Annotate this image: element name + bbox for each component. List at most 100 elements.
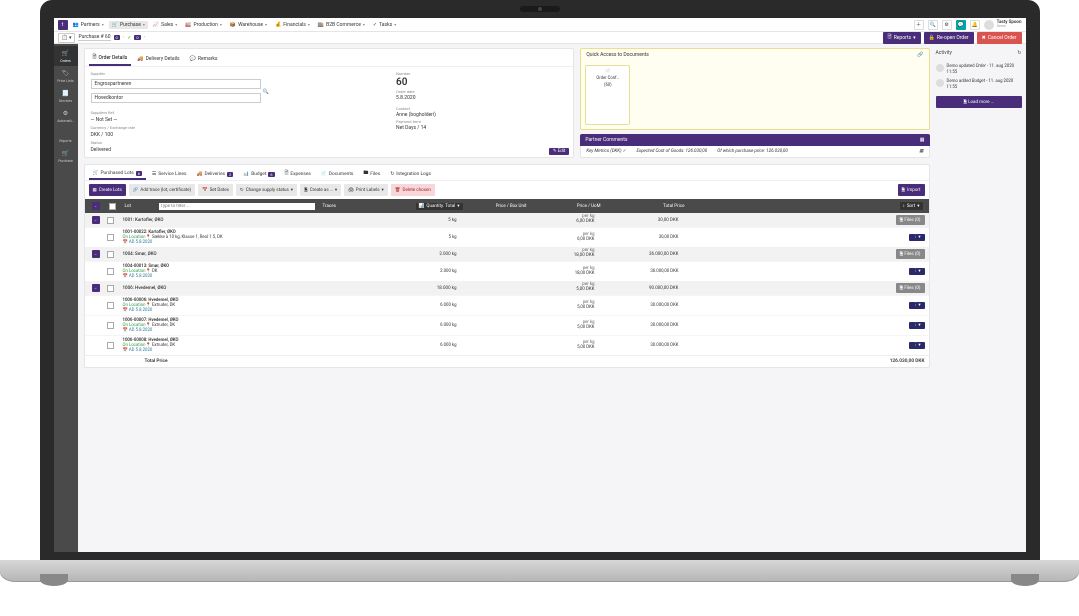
tab-remarks[interactable]: 💬 Remarks	[186, 52, 222, 66]
settings-icon[interactable]: ⚙	[942, 20, 952, 30]
qty-col-header[interactable]: 📊 Quantity: Total ▾	[416, 203, 463, 210]
row-checkbox[interactable]	[107, 302, 114, 309]
set-dates-button[interactable]: 📅 Set Dates	[198, 184, 233, 196]
files-button[interactable]: 🗎 Files (0)	[896, 215, 925, 225]
row-checkbox[interactable]	[107, 268, 114, 275]
group-qty: 18.000 kg	[387, 286, 457, 291]
partner-comments-header[interactable]: Partner Comments ▦	[580, 134, 929, 146]
create-as-button[interactable]: 🗎 Create as … ▾	[300, 184, 341, 196]
sidebar-item-orders[interactable]: 🛒Orders	[54, 46, 78, 66]
sidebar-item-price-lists[interactable]: 🏷Price Lists	[54, 66, 78, 86]
row-actions-button[interactable]: ⋮ ▾	[909, 268, 925, 275]
traces-col-header: Traces	[321, 203, 391, 210]
tab-budget[interactable]: 📊 Budget 6	[239, 168, 278, 180]
add-icon[interactable]: ＋	[914, 20, 924, 30]
app-logo[interactable]: t	[58, 20, 68, 30]
activity-refresh-icon[interactable]: ↻	[1017, 50, 1021, 56]
expand-metrics-icon[interactable]: ▦	[919, 149, 923, 154]
collapse-toggle[interactable]: −	[92, 250, 100, 258]
nav-b2b[interactable]: 🏬B2B Commerce▾	[315, 21, 368, 29]
lot-line-row: 1001-00022: Kartofler, ØKO On Location📍 …	[85, 227, 929, 247]
nav-purchase[interactable]: 🛒Purchase▾	[109, 21, 148, 29]
payment-value: Net Days / 14	[396, 125, 567, 131]
row-actions-button[interactable]: ⋮ ▾	[909, 322, 925, 329]
tab-files[interactable]: 🖿 Files	[359, 168, 384, 180]
reports-button[interactable]: 🗎 Reports ▾	[883, 32, 921, 44]
row-checkbox[interactable]	[107, 251, 114, 258]
row-actions-button[interactable]: ⋮ ▾	[909, 302, 925, 309]
lot-group-name[interactable]: 1004: Smør, ØKO	[123, 252, 383, 257]
nav-sales[interactable]: 📈Sales▾	[150, 21, 180, 29]
reopen-order-button[interactable]: 🔓 Re-open Order	[924, 32, 974, 44]
row-checkbox[interactable]	[107, 285, 114, 292]
files-button[interactable]: 🗎 Files (0)	[896, 249, 925, 259]
nav-tasks[interactable]: ✓Tasks▾	[370, 21, 399, 29]
lot-group-name[interactable]: 1006: Hvedemel, ØKO	[123, 286, 383, 291]
line-uom-price: per kg5,00 DKK	[525, 301, 595, 310]
sidebar-item-purchase[interactable]: 🛒Purchase	[54, 146, 78, 166]
nav-financials[interactable]: 💰Financials▾	[272, 21, 313, 29]
row-checkbox[interactable]	[107, 234, 114, 241]
row-actions-button[interactable]: ⋮ ▾	[909, 342, 925, 349]
import-button[interactable]: 🗎 Import	[898, 184, 925, 196]
delete-chosen-button[interactable]: 🗑 Delete chosen	[391, 184, 435, 196]
lot-line-row: 1004-00013: Smør, ØKO On Location📍 DK 📅A…	[85, 261, 929, 281]
sidebar-item-reports[interactable]: Reports	[54, 126, 78, 146]
tab-deliveries[interactable]: 🚚 Deliveries 2	[192, 168, 237, 180]
tab-service-lines[interactable]: ☰ Service Lines	[148, 168, 191, 180]
expand-icon[interactable]: ▦	[920, 137, 925, 143]
chat-icon[interactable]: 💬	[956, 20, 966, 30]
select-all-checkbox[interactable]	[109, 203, 116, 210]
back-button[interactable]: 📋 ▾	[58, 33, 76, 43]
collapse-all-toggle[interactable]: −	[92, 202, 100, 210]
change-supply-button[interactable]: ↻ Change supply status ▾	[236, 184, 297, 196]
group-uom-price: per kg18,00 DKK	[525, 249, 595, 259]
table-header: − Lot Traces 📊 Quantity: Total ▾ Price /…	[85, 199, 929, 213]
sidebar-item-services[interactable]: 🧾Services	[54, 86, 78, 106]
row-checkbox[interactable]	[107, 322, 114, 329]
supplier-relation-input[interactable]: Hovedkontor	[91, 93, 261, 103]
tab-documents[interactable]: 📄 Documents	[317, 168, 357, 180]
edit-button[interactable]: ✎ Edit	[549, 148, 570, 155]
print-labels-button[interactable]: 🖨 Print Labels ▾	[344, 184, 388, 196]
check-icon: ✓	[127, 35, 131, 41]
cancel-order-button[interactable]: ✖ Cancel Order	[977, 32, 1022, 44]
search-icon[interactable]: 🔍	[928, 20, 938, 30]
doc-tile-order-conf[interactable]: 📄 Order Conf… (60)	[585, 65, 630, 125]
activity-panel: Activity ↻ Demo updated Order - 11. aug …	[936, 44, 1026, 552]
calendar-icon: 📅	[123, 348, 128, 353]
create-lots-button[interactable]: ▦ Create Lots	[89, 184, 126, 196]
key-metrics-bar: Key Metrics (DKK) ✓ Expected Cost of Goo…	[580, 146, 929, 158]
row-checkbox[interactable]	[107, 217, 114, 224]
user-menu[interactable]: Tasty Spoon Demo	[984, 20, 1022, 30]
sort-button[interactable]: ↕ Sort ▾	[900, 202, 923, 210]
collapse-toggle[interactable]: −	[92, 284, 100, 292]
tab-order-details[interactable]: 🗎 Order Details	[89, 52, 132, 66]
uom-col-header: Price / UoM	[533, 203, 603, 210]
attachment-icon[interactable]: 🔗	[917, 52, 923, 58]
line-uom-price: per kg5,00 DKK	[525, 341, 595, 350]
supplier-input[interactable]: Engrospartneren	[91, 79, 261, 89]
cart-icon: 🛒	[62, 49, 70, 57]
nav-production[interactable]: 🏭Production▾	[182, 21, 225, 29]
tab-purchased-lots[interactable]: 🛒 Purchased Lots 6	[89, 168, 146, 180]
tab-expenses[interactable]: 🗎 Expenses	[281, 168, 315, 180]
sidebar-item-automation[interactable]: ⚙Automati…	[54, 106, 78, 126]
notifications-icon[interactable]: 🔔	[970, 20, 980, 30]
filter-input[interactable]	[159, 203, 315, 210]
nav-warehouse[interactable]: 📦Warehouse▾	[227, 21, 270, 29]
ad-date: 📅AD 5.8.2020	[123, 328, 383, 333]
order-number: 60	[396, 77, 567, 88]
contact-value: Anne (bogholderi)	[396, 112, 567, 118]
search-relation-icon[interactable]: 🔍	[263, 89, 269, 95]
add-trace-button[interactable]: 🔗 Add trace (lot, certificate)	[129, 184, 195, 196]
tab-integration-logs[interactable]: ↻ Integration Logs	[386, 168, 435, 180]
row-actions-button[interactable]: ⋮ ▾	[909, 234, 925, 241]
lot-group-name[interactable]: 1001: Kartofler, ØKO	[123, 218, 383, 223]
collapse-toggle[interactable]: −	[92, 216, 100, 224]
nav-partners[interactable]: 👥Partners▾	[70, 21, 107, 29]
tab-delivery-details[interactable]: 🚚 Delivery Details	[133, 52, 183, 66]
row-checkbox[interactable]	[107, 342, 114, 349]
load-more-button[interactable]: 🗎 Load more …	[936, 96, 1022, 108]
files-button[interactable]: 🗎 Files (0)	[896, 283, 925, 293]
